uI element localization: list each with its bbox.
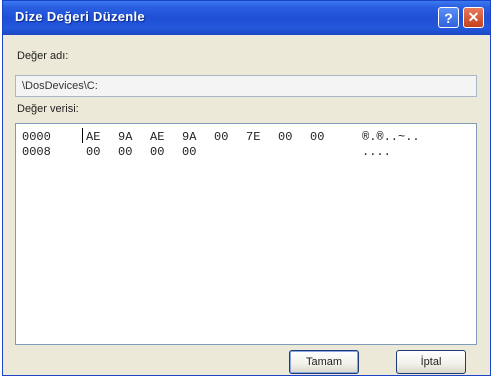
hex-byte: 00: [150, 145, 165, 159]
value-name-field[interactable]: \DosDevices\C:: [15, 75, 477, 97]
close-icon: ✕: [467, 9, 480, 25]
cancel-button[interactable]: İptal: [396, 350, 466, 374]
edit-binary-value-dialog: Dize Değeri Düzenle ? ✕ Değer adı: \DosD…: [2, 0, 491, 376]
title-bar[interactable]: Dize Değeri Düzenle ? ✕: [3, 1, 490, 35]
hex-byte: 00: [214, 130, 229, 144]
hex-byte: 9A: [182, 130, 197, 144]
help-icon: ?: [444, 9, 453, 26]
close-button[interactable]: ✕: [463, 7, 484, 28]
hex-byte: AE: [150, 130, 165, 144]
hex-byte: 00: [118, 145, 133, 159]
dialog-title: Dize Değeri Düzenle: [15, 9, 145, 24]
hex-ascii: ....: [362, 145, 391, 159]
hex-byte: 00: [278, 130, 293, 144]
hex-byte: 00: [310, 130, 325, 144]
hex-row: 0000 AE 9A AE 9A 00 7E 00 00 ®.®..~..: [22, 130, 420, 144]
hex-ascii: ®.®..~..: [362, 130, 420, 144]
hex-byte: 00: [86, 145, 101, 159]
hex-offset: 0000: [22, 130, 51, 144]
hex-byte: 9A: [118, 130, 133, 144]
value-data-hex-editor[interactable]: 0000 AE 9A AE 9A 00 7E 00 00 ®.®..~.. 00…: [15, 123, 477, 345]
hex-byte: AE: [86, 130, 101, 144]
hex-byte: 7E: [246, 130, 261, 144]
text-cursor: [82, 128, 83, 143]
hex-offset: 0008: [22, 145, 51, 159]
ok-button[interactable]: Tamam: [289, 350, 359, 374]
hex-row: 0008 00 00 00 00 ....: [22, 145, 391, 159]
value-name-label: Değer adı:: [17, 50, 69, 62]
value-data-label: Değer verisi:: [17, 103, 79, 115]
help-button[interactable]: ?: [438, 7, 459, 28]
hex-byte: 00: [182, 145, 197, 159]
